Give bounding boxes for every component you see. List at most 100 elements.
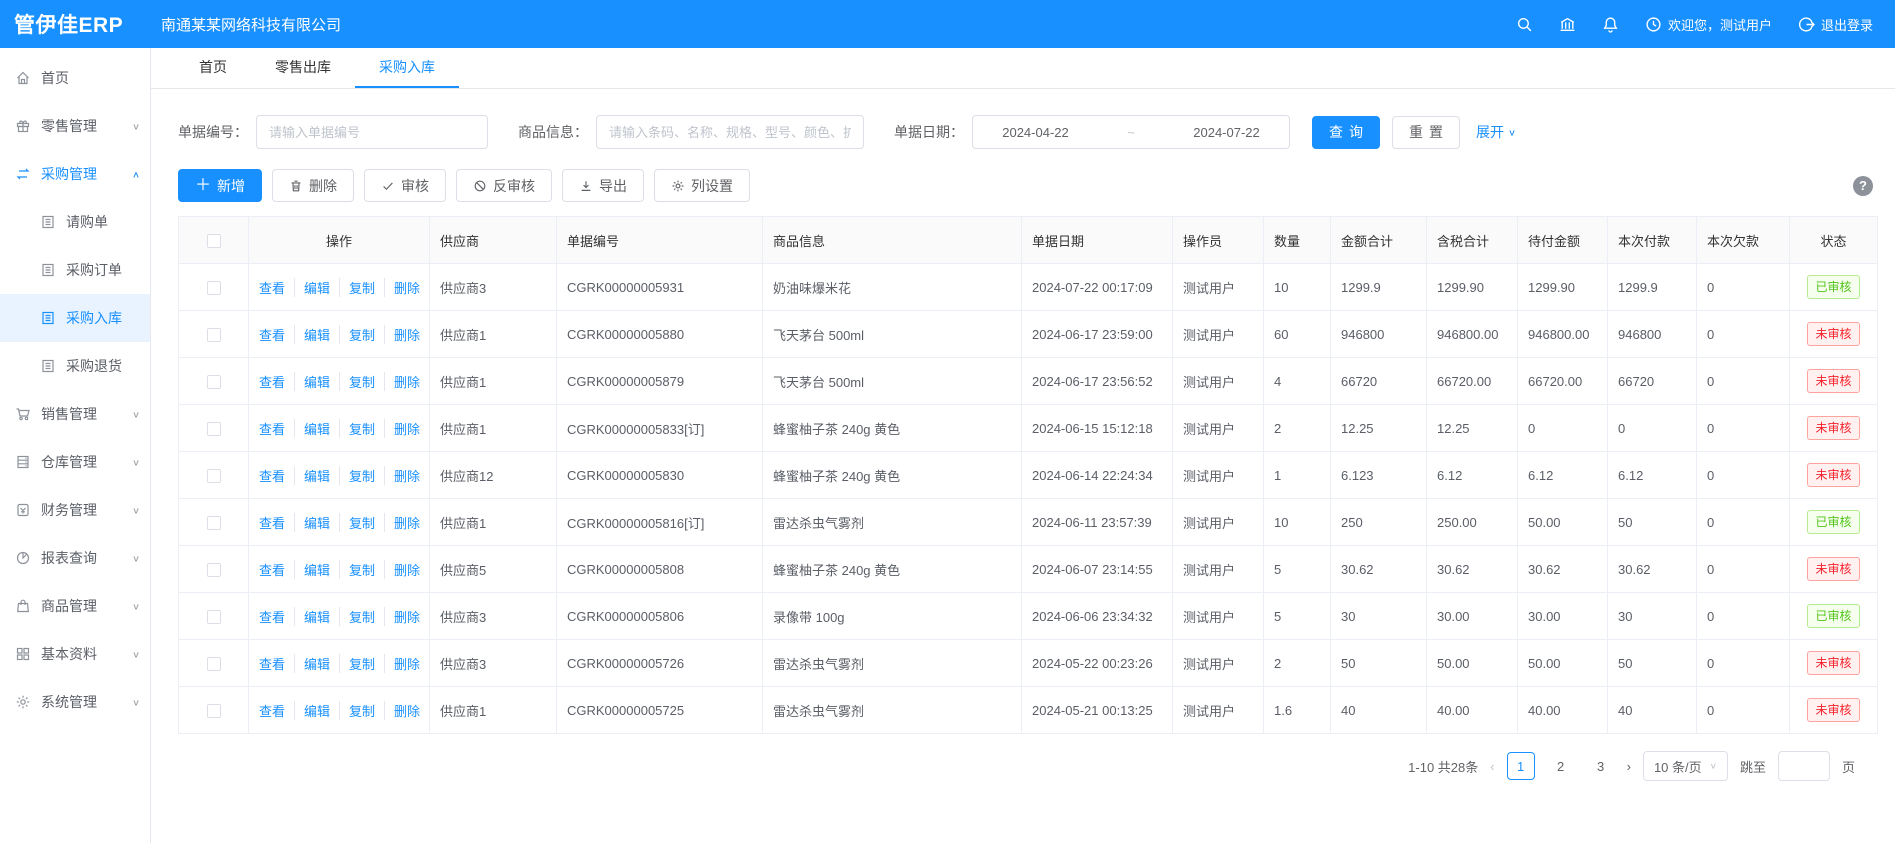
copy-link[interactable]: 复制 [339, 372, 375, 391]
view-link[interactable]: 查看 [259, 278, 285, 297]
edit-link[interactable]: 编辑 [294, 513, 330, 532]
edit-link[interactable]: 编辑 [294, 654, 330, 673]
copy-link[interactable]: 复制 [339, 466, 375, 485]
date-from[interactable]: 2024-04-22 [1002, 125, 1069, 140]
sidebar-item-purchase[interactable]: 采购管理 ∧ [0, 150, 150, 198]
copy-link[interactable]: 复制 [339, 278, 375, 297]
help-icon[interactable]: ? [1853, 176, 1873, 196]
edit-link[interactable]: 编辑 [294, 372, 330, 391]
delete-link[interactable]: 删除 [384, 419, 420, 438]
delete-link[interactable]: 删除 [384, 466, 420, 485]
page-1-button[interactable]: 1 [1507, 752, 1535, 780]
sidebar-item-purchase-request[interactable]: 请购单 [0, 198, 150, 246]
row-checkbox[interactable] [207, 422, 221, 436]
logout-button[interactable]: 退出登录 [1798, 15, 1873, 34]
delete-link[interactable]: 删除 [384, 325, 420, 344]
delete-link[interactable]: 删除 [384, 513, 420, 532]
row-checkbox[interactable] [207, 563, 221, 577]
view-link[interactable]: 查看 [259, 372, 285, 391]
reset-button[interactable]: 重置 [1392, 116, 1460, 149]
export-button[interactable]: 导出 [562, 169, 644, 202]
copy-link[interactable]: 复制 [339, 513, 375, 532]
document-icon [40, 214, 56, 230]
sidebar-item-retail[interactable]: 零售管理 ∨ [0, 102, 150, 150]
product-info-input[interactable] [596, 115, 864, 149]
bell-icon[interactable] [1602, 16, 1619, 33]
col-qty: 数量 [1264, 217, 1331, 264]
sidebar-item-home[interactable]: 首页 [0, 54, 150, 102]
order-no-input[interactable] [256, 115, 488, 149]
delete-link[interactable]: 删除 [384, 372, 420, 391]
edit-link[interactable]: 编辑 [294, 466, 330, 485]
query-button[interactable]: 查询 [1312, 116, 1380, 149]
date-to[interactable]: 2024-07-22 [1193, 125, 1260, 140]
page-size-select[interactable]: 10 条/页 ∨ [1643, 751, 1728, 781]
welcome-user[interactable]: 欢迎您，测试用户 [1645, 15, 1772, 34]
copy-link[interactable]: 复制 [339, 607, 375, 626]
view-link[interactable]: 查看 [259, 419, 285, 438]
delete-link[interactable]: 删除 [384, 654, 420, 673]
page-2-button[interactable]: 2 [1547, 752, 1575, 780]
sidebar-item-reports[interactable]: 报表查询 ∨ [0, 534, 150, 582]
sidebar-item-system[interactable]: 系统管理 ∨ [0, 678, 150, 726]
edit-link[interactable]: 编辑 [294, 278, 330, 297]
search-icon[interactable] [1516, 16, 1533, 33]
sidebar-item-goods[interactable]: 商品管理 ∨ [0, 582, 150, 630]
view-link[interactable]: 查看 [259, 701, 285, 720]
sidebar-item-warehouse[interactable]: 仓库管理 ∨ [0, 438, 150, 486]
edit-link[interactable]: 编辑 [294, 560, 330, 579]
bank-icon[interactable] [1559, 16, 1576, 33]
view-link[interactable]: 查看 [259, 513, 285, 532]
tab-home[interactable]: 首页 [175, 48, 251, 88]
copy-link[interactable]: 复制 [339, 325, 375, 344]
select-all-checkbox[interactable] [207, 234, 221, 248]
jump-page-input[interactable] [1778, 751, 1830, 781]
add-button[interactable]: ＋ 新增 [178, 169, 262, 202]
page-3-button[interactable]: 3 [1587, 752, 1615, 780]
audit-button[interactable]: 审核 [364, 169, 446, 202]
view-link[interactable]: 查看 [259, 466, 285, 485]
row-checkbox[interactable] [207, 375, 221, 389]
copy-link[interactable]: 复制 [339, 654, 375, 673]
edit-link[interactable]: 编辑 [294, 607, 330, 626]
delete-link[interactable]: 删除 [384, 278, 420, 297]
row-checkbox[interactable] [207, 281, 221, 295]
date-range-picker[interactable]: 2024-04-22 ~ 2024-07-22 [972, 115, 1290, 149]
row-checkbox[interactable] [207, 469, 221, 483]
row-checkbox[interactable] [207, 657, 221, 671]
tab-purchase-inbound[interactable]: 采购入库 [355, 48, 459, 88]
sidebar-item-finance[interactable]: 财务管理 ∨ [0, 486, 150, 534]
edit-link[interactable]: 编辑 [294, 701, 330, 720]
unaudit-button[interactable]: 反审核 [456, 169, 552, 202]
tab-retail-outbound[interactable]: 零售出库 [251, 48, 355, 88]
copy-link[interactable]: 复制 [339, 560, 375, 579]
view-link[interactable]: 查看 [259, 325, 285, 344]
copy-link[interactable]: 复制 [339, 419, 375, 438]
edit-link[interactable]: 编辑 [294, 325, 330, 344]
sidebar-item-purchase-order[interactable]: 采购订单 [0, 246, 150, 294]
delete-link[interactable]: 删除 [384, 560, 420, 579]
owed-cell: 0 [1697, 452, 1790, 499]
sidebar-item-sales[interactable]: 销售管理 ∨ [0, 390, 150, 438]
row-checkbox[interactable] [207, 704, 221, 718]
column-settings-button[interactable]: 列设置 [654, 169, 750, 202]
view-link[interactable]: 查看 [259, 654, 285, 673]
delete-link[interactable]: 删除 [384, 607, 420, 626]
delete-link[interactable]: 删除 [384, 701, 420, 720]
sidebar-item-purchase-inbound[interactable]: 采购入库 [0, 294, 150, 342]
view-link[interactable]: 查看 [259, 560, 285, 579]
next-page-button[interactable]: › [1627, 759, 1631, 774]
delete-button[interactable]: 删除 [272, 169, 354, 202]
sidebar-item-basic-data[interactable]: 基本资料 ∨ [0, 630, 150, 678]
copy-link[interactable]: 复制 [339, 701, 375, 720]
row-checkbox[interactable] [207, 610, 221, 624]
owed-cell: 0 [1697, 640, 1790, 687]
edit-link[interactable]: 编辑 [294, 419, 330, 438]
view-link[interactable]: 查看 [259, 607, 285, 626]
row-checkbox[interactable] [207, 328, 221, 342]
check-icon [381, 179, 395, 193]
row-checkbox[interactable] [207, 516, 221, 530]
sidebar-item-purchase-return[interactable]: 采购退货 [0, 342, 150, 390]
expand-link[interactable]: 展开 ∨ [1476, 122, 1516, 142]
prev-page-button[interactable]: ‹ [1490, 759, 1494, 774]
